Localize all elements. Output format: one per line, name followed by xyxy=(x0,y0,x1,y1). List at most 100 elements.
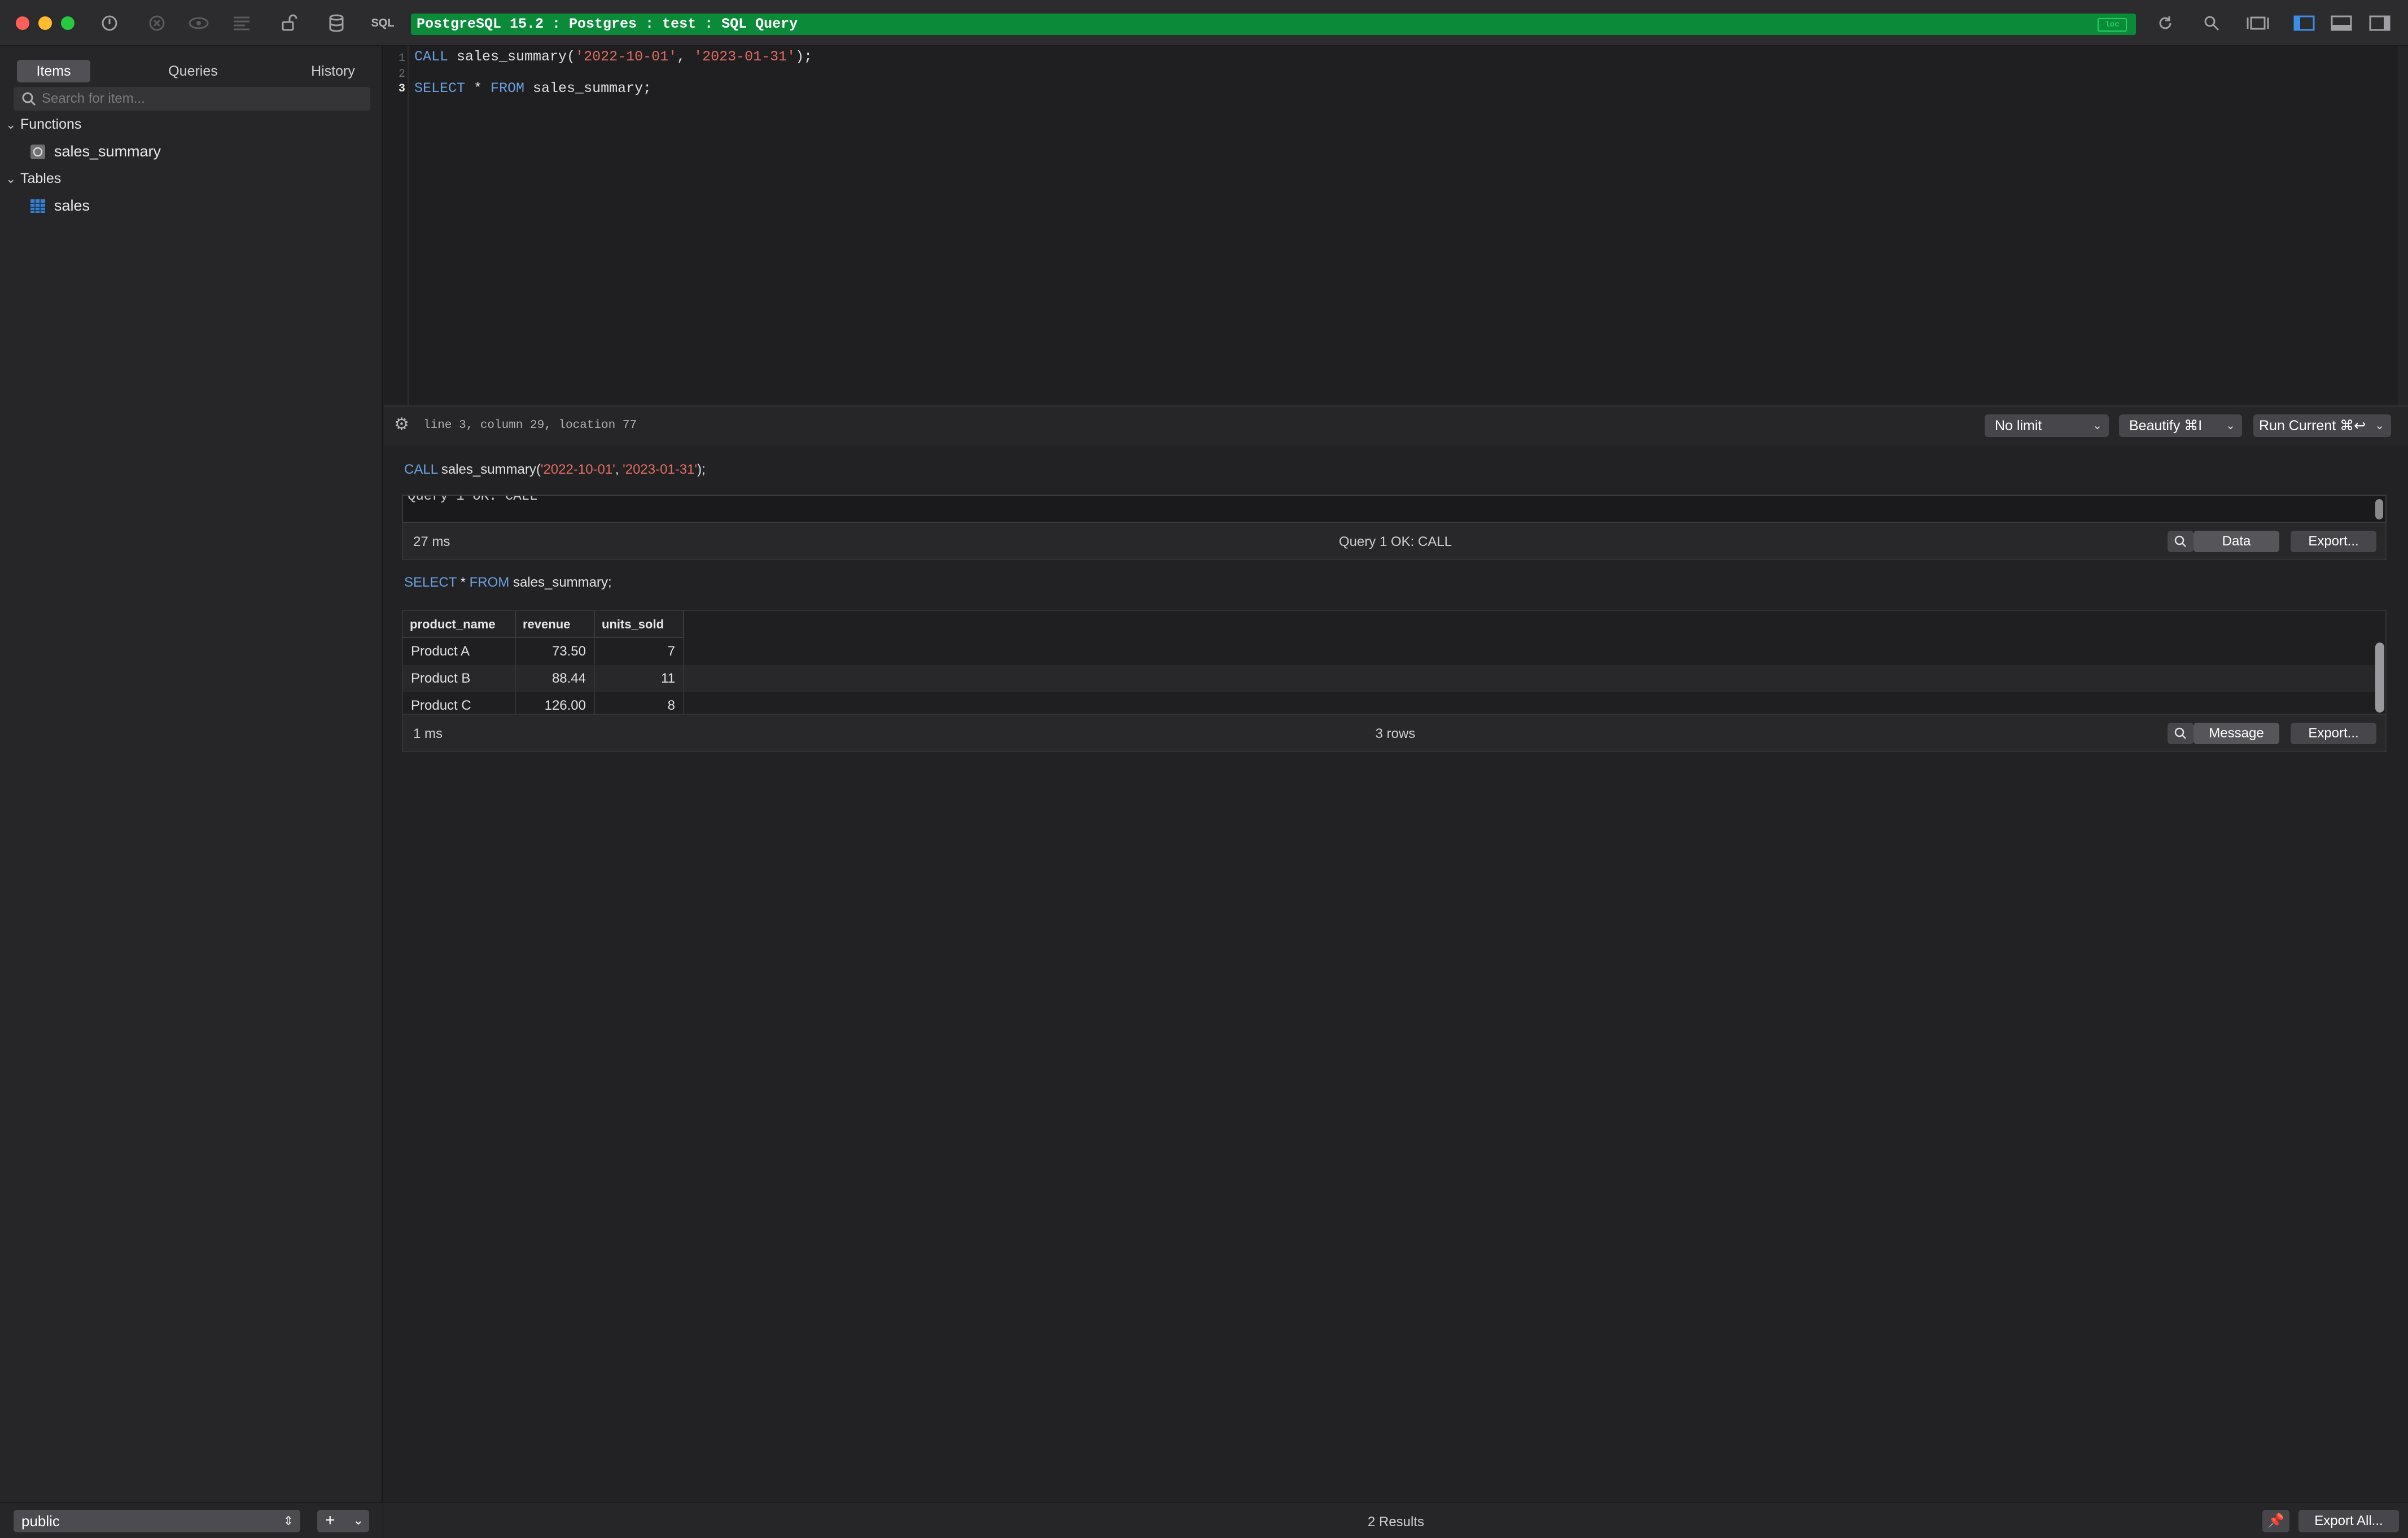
add-item-button[interactable]: + ⌄ xyxy=(317,1510,369,1532)
chevron-down-icon: ⌄ xyxy=(6,117,16,132)
line-number: 2 xyxy=(398,68,405,81)
tree-group-functions[interactable]: ⌄ Functions xyxy=(6,113,81,136)
sidebar-footer: public ⇕ + ⌄ xyxy=(0,1502,383,1538)
connection-badge: loc xyxy=(2098,18,2127,32)
toggle-right-panel-icon[interactable] xyxy=(2367,11,2392,35)
tree-item-sales-summary[interactable]: sales_summary xyxy=(29,139,161,164)
table-row[interactable]: Product B 88.44 11 xyxy=(403,665,2375,692)
sql-editor[interactable]: 1 2 3 CALL sales_summary('2022-10-01', '… xyxy=(384,46,2408,405)
connection-label: PostgreSQL 15.2 : Postgres : test : SQL … xyxy=(417,16,798,32)
function-icon xyxy=(29,143,46,160)
message-toggle-button[interactable]: Message xyxy=(2194,723,2279,744)
schema-value: public xyxy=(21,1513,60,1530)
chevron-down-icon: ⌄ xyxy=(2226,420,2235,432)
stop-icon[interactable] xyxy=(145,11,169,35)
line-number-current: 3 xyxy=(398,82,405,95)
sql-text: ); xyxy=(697,462,706,477)
cell-revenue[interactable]: 73.50 xyxy=(516,638,595,665)
sql-keyword: FROM xyxy=(491,80,525,97)
editor-scrollbar[interactable] xyxy=(2398,46,2408,405)
gear-icon[interactable]: ⚙ xyxy=(394,414,409,434)
sql-keyword: CALL xyxy=(404,462,438,477)
editor-status-bar: ⚙ line 3, column 29, location 77 No limi… xyxy=(384,405,2408,445)
connection-status-bar: PostgreSQL 15.2 : Postgres : test : SQL … xyxy=(411,14,2136,35)
limit-label: No limit xyxy=(1995,418,2042,434)
toggle-bottom-panel-icon[interactable] xyxy=(2329,11,2354,35)
tree-item-label: sales_summary xyxy=(54,143,161,160)
code-line-1[interactable]: CALL sales_summary('2022-10-01', '2023-0… xyxy=(414,49,812,65)
cell-units-sold[interactable]: 7 xyxy=(595,638,684,665)
export-all-button[interactable]: Export All... xyxy=(2298,1510,2399,1532)
tab-history[interactable]: History xyxy=(294,60,373,82)
result-2-query: SELECT * FROM sales_summary; xyxy=(404,575,612,591)
split-view-icon[interactable] xyxy=(2245,11,2270,35)
export-button[interactable]: Export... xyxy=(2291,723,2376,744)
list-icon[interactable] xyxy=(229,11,254,35)
chevron-down-icon: ⌄ xyxy=(2092,420,2102,432)
tab-queries[interactable]: Queries xyxy=(154,60,233,82)
cell-revenue[interactable]: 88.44 xyxy=(516,665,595,692)
limit-select[interactable]: No limit ⌄ xyxy=(1985,414,2109,437)
pin-icon[interactable]: 📌 xyxy=(2262,1510,2289,1532)
preview-icon[interactable] xyxy=(186,11,211,35)
lock-icon[interactable] xyxy=(277,11,301,35)
refresh-icon[interactable] xyxy=(2153,11,2178,35)
data-toggle-button[interactable]: Data xyxy=(2194,531,2279,552)
tab-items[interactable]: Items xyxy=(17,60,90,82)
cell-product-name[interactable]: Product B xyxy=(403,665,516,692)
search-icon[interactable] xyxy=(2199,11,2224,35)
cell-product-name[interactable]: Product A xyxy=(403,638,516,665)
tree-item-label: sales xyxy=(54,197,90,214)
results-panel: CALL sales_summary('2022-10-01', '2023-0… xyxy=(384,446,2408,1502)
sql-text: sales_summary( xyxy=(448,49,576,65)
chevron-updown-icon: ⇕ xyxy=(283,1514,294,1528)
table-row[interactable]: Product A 73.50 7 xyxy=(403,638,2375,665)
grid-scrollbar[interactable] xyxy=(2375,643,2384,713)
column-header-revenue[interactable]: revenue xyxy=(516,611,595,638)
database-icon[interactable] xyxy=(324,11,349,35)
beautify-button[interactable]: Beautify ⌘I ⌄ xyxy=(2119,414,2242,437)
sidebar-tabs: Items Queries History xyxy=(0,54,383,88)
title-bar: SQL PostgreSQL 15.2 : Postgres : test : … xyxy=(0,0,2408,46)
cell-units-sold[interactable]: 11 xyxy=(595,665,684,692)
export-button[interactable]: Export... xyxy=(2291,531,2376,552)
close-window-button[interactable] xyxy=(16,16,29,30)
zoom-window-button[interactable] xyxy=(61,16,75,30)
sql-string: '2023-01-31' xyxy=(694,49,796,65)
tree-group-tables[interactable]: ⌄ Tables xyxy=(6,167,61,190)
sql-text: sales_summary; xyxy=(509,575,612,590)
run-current-button[interactable]: Run Current ⌘↩ ⌄ xyxy=(2253,414,2391,437)
sql-text: , xyxy=(677,49,694,65)
search-icon[interactable] xyxy=(2168,531,2194,552)
connection-icon[interactable] xyxy=(97,11,122,35)
sql-text: ); xyxy=(795,49,813,65)
toggle-sidebar-icon[interactable] xyxy=(2292,11,2317,35)
search-icon[interactable] xyxy=(2168,723,2194,744)
sql-label[interactable]: SQL xyxy=(370,11,395,35)
line-number-gutter: 1 2 3 xyxy=(384,46,409,405)
sidebar-search-input[interactable]: Search for item... xyxy=(14,87,370,111)
tree-group-label: Tables xyxy=(20,171,62,186)
code-line-3[interactable]: SELECT * FROM sales_summary; xyxy=(414,80,651,97)
table-icon xyxy=(29,197,46,214)
sql-string: '2023-01-31' xyxy=(623,462,698,477)
tree-item-sales[interactable]: sales xyxy=(29,193,90,218)
sql-keyword: FROM xyxy=(469,575,510,590)
result-1-message-box[interactable]: Query 1 OK: CALL xyxy=(402,495,2387,523)
query-status: Query 1 OK: CALL xyxy=(1338,534,1452,549)
sql-text: , xyxy=(615,462,623,477)
column-header-product-name[interactable]: product_name xyxy=(403,611,516,638)
result-2-footer: 1 ms 3 rows Message Export... xyxy=(402,715,2387,752)
column-header-units-sold[interactable]: units_sold xyxy=(595,611,684,638)
row-count: 3 rows xyxy=(1375,726,1416,741)
chevron-down-icon: ⌄ xyxy=(2375,420,2384,432)
add-label: + xyxy=(325,1511,335,1530)
sql-string: '2022-10-01' xyxy=(540,462,615,477)
results-footer-bar: 2 Results 📌 Export All... xyxy=(384,1502,2408,1538)
message-scrollbar[interactable] xyxy=(2375,499,2383,519)
minimize-window-button[interactable] xyxy=(38,16,52,30)
result-grid[interactable]: product_name revenue units_sold Product … xyxy=(402,610,2387,719)
sql-keyword: SELECT xyxy=(404,575,457,590)
sql-text: sales_summary( xyxy=(437,462,541,477)
schema-select[interactable]: public ⇕ xyxy=(14,1510,300,1532)
